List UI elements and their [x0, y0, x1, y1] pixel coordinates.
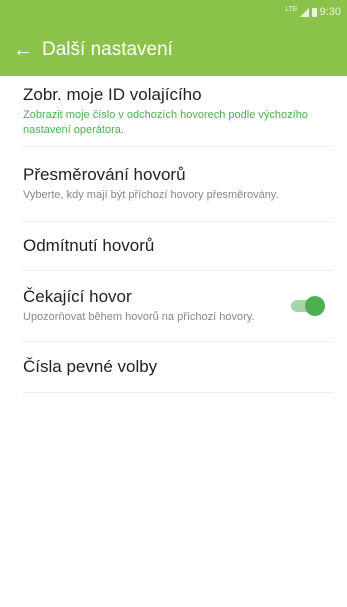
setting-call-waiting[interactable]: Čekající hovor Upozorňovat během hovorů …: [23, 271, 333, 342]
setting-caller-id[interactable]: Zobr. moje ID volajícího Zobrazit moje č…: [23, 76, 333, 147]
settings-list: Zobr. moje ID volajícího Zobrazit moje č…: [0, 76, 347, 393]
status-time: 9:30: [319, 6, 341, 18]
arrow-left-icon: ←: [13, 38, 33, 61]
setting-fixed-dialing[interactable]: Čísla pevné volby: [23, 342, 333, 393]
signal-icon: [299, 7, 309, 17]
setting-title: Přesměrování hovorů: [23, 165, 186, 184]
setting-title: Zobr. moje ID volajícího: [23, 84, 202, 104]
status-bar: LTE 9:30: [0, 0, 347, 24]
app-bar: ← Další nastavení: [0, 24, 347, 76]
setting-title: Čekající hovor: [23, 287, 132, 306]
call-waiting-toggle[interactable]: [289, 295, 327, 317]
battery-icon: [311, 7, 317, 17]
page-title: Další nastavení: [42, 39, 173, 60]
setting-call-forwarding[interactable]: Přesměrování hovorů Vyberte, kdy mají bý…: [23, 147, 333, 222]
toggle-thumb: [305, 296, 325, 316]
setting-title: Čísla pevné volby: [23, 357, 158, 376]
setting-subtitle: Vyberte, kdy mají být příchozí hovory př…: [23, 189, 279, 201]
setting-call-rejection[interactable]: Odmítnutí hovorů: [23, 222, 333, 271]
setting-subtitle: Upozorňovat během hovorů na příchozí hov…: [23, 311, 255, 323]
setting-title: Odmítnutí hovorů: [23, 236, 155, 255]
network-type: LTE: [285, 5, 298, 13]
setting-subtitle: Zobrazit moje číslo v odchozích hovorech…: [23, 108, 308, 136]
back-button[interactable]: ←: [6, 30, 40, 70]
